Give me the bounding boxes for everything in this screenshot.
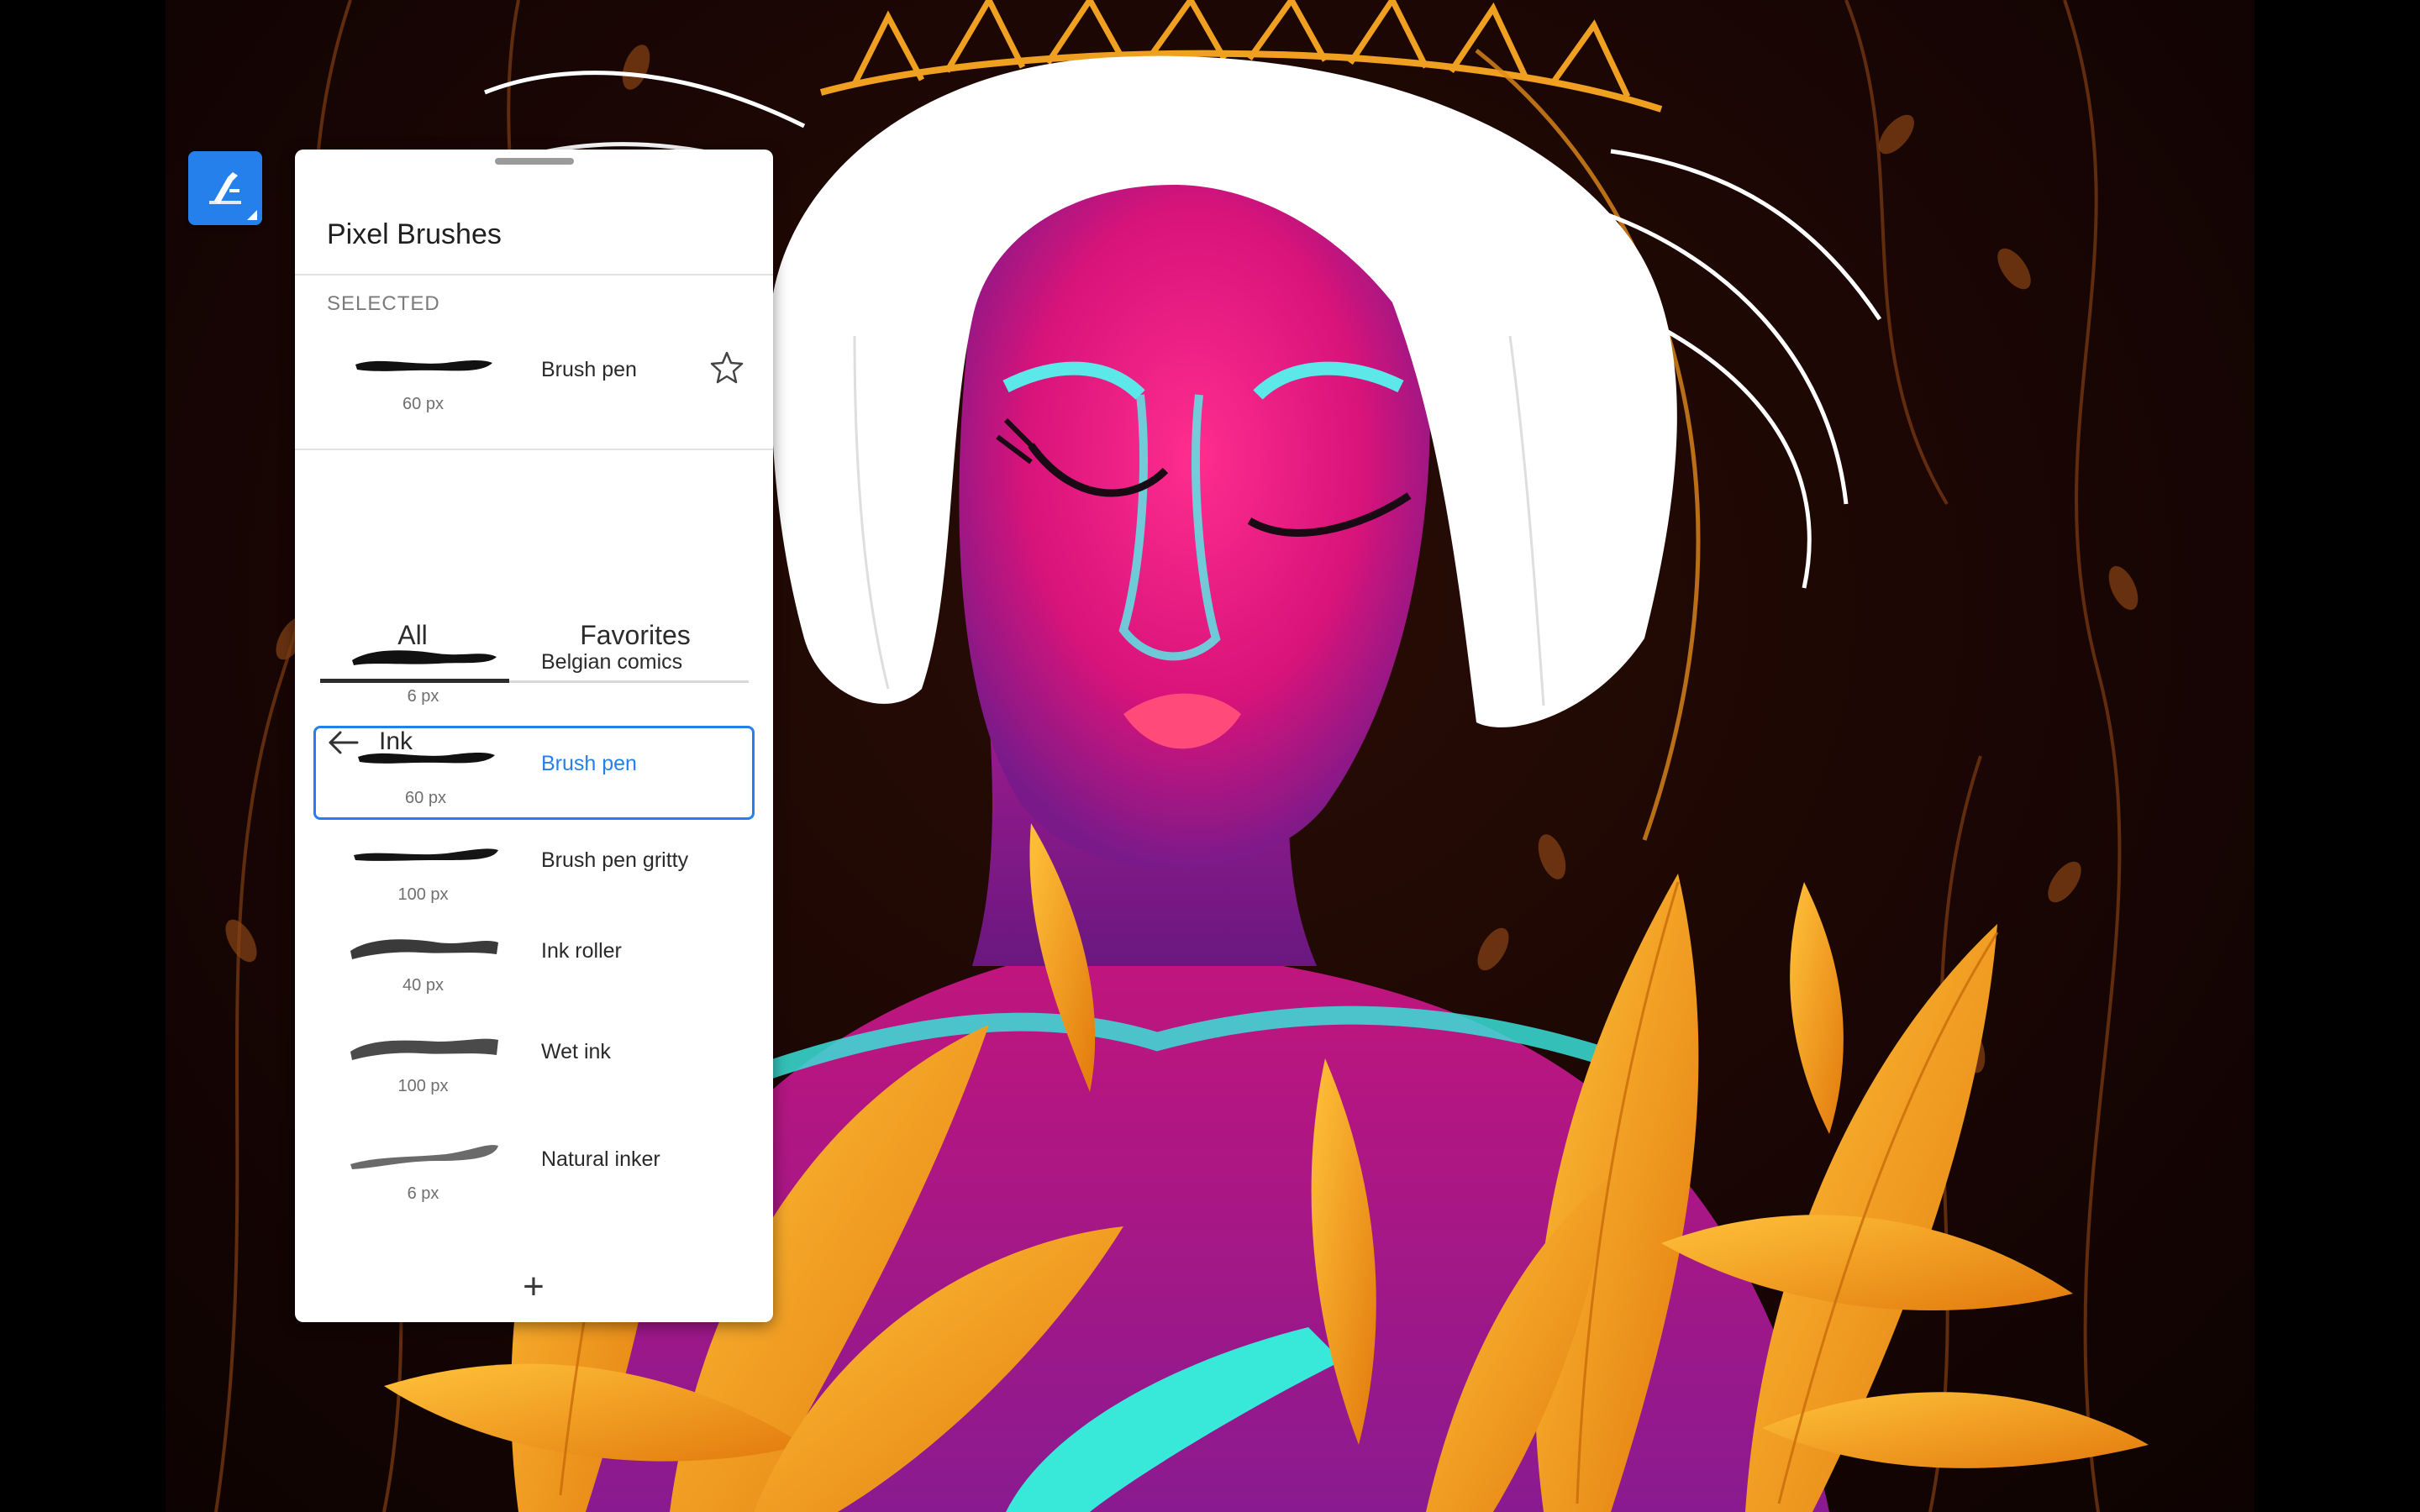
star-icon[interactable]	[708, 349, 745, 386]
brush-name: Ink roller	[541, 939, 622, 963]
brush-tool-icon	[209, 172, 241, 204]
add-brush-button[interactable]: +	[512, 1265, 555, 1309]
brush-name: Wet ink	[541, 1040, 611, 1063]
brush-size: 100 px	[397, 1077, 449, 1095]
panel-title: Pixel Brushes	[327, 218, 502, 250]
divider	[295, 274, 773, 276]
brush-name: Brush pen gritty	[541, 848, 689, 872]
brush-item-belgian-comics[interactable]: 6 px Belgian comics	[295, 627, 773, 719]
brush-tool-button[interactable]	[188, 151, 262, 225]
brush-item-brush-pen-gritty[interactable]: 100 px Brush pen gritty	[295, 825, 773, 917]
brush-size: 100 px	[397, 885, 449, 904]
selected-brush[interactable]: 60 px Brush pen	[295, 334, 773, 427]
brush-size: 40 px	[402, 976, 444, 995]
brush-stroke-preview	[350, 1038, 498, 1060]
panel-drag-handle[interactable]	[495, 158, 574, 165]
brush-stroke-preview	[358, 753, 495, 764]
brush-stroke-preview	[350, 1145, 498, 1169]
brush-size: 6 px	[407, 1184, 439, 1203]
brush-stroke-preview	[354, 848, 498, 861]
brush-item-wet-ink[interactable]: 100 px Wet ink	[295, 1016, 773, 1109]
brush-item-natural-inker-row[interactable]: 6 px Natural inker	[295, 1124, 773, 1216]
brush-name: Belgian comics	[541, 650, 683, 674]
brush-name: Brush pen	[541, 752, 637, 775]
pixel-brushes-panel: Pixel Brushes SELECTED 60 px Brush pen A…	[295, 150, 773, 1322]
brush-name: Natural inker	[541, 1147, 660, 1171]
brush-item-brush-pen[interactable]: 60 px Brush pen	[313, 726, 755, 820]
brush-size: 60 px	[405, 789, 446, 807]
brush-size: 6 px	[407, 687, 439, 706]
plus-icon: +	[523, 1266, 544, 1307]
brush-item-ink-roller[interactable]: 40 px Ink roller	[295, 916, 773, 1008]
brush-name: Brush pen	[541, 358, 637, 381]
brush-stroke-preview	[352, 650, 497, 665]
brush-stroke-preview	[350, 939, 498, 959]
tool-options-indicator	[247, 210, 257, 220]
divider	[295, 449, 773, 450]
brush-size: 60 px	[402, 395, 444, 413]
brush-stroke-preview	[355, 360, 492, 371]
app-screen: Pixel Brushes SELECTED 60 px Brush pen A…	[0, 0, 2420, 1512]
selected-section-label: SELECTED	[327, 292, 440, 315]
